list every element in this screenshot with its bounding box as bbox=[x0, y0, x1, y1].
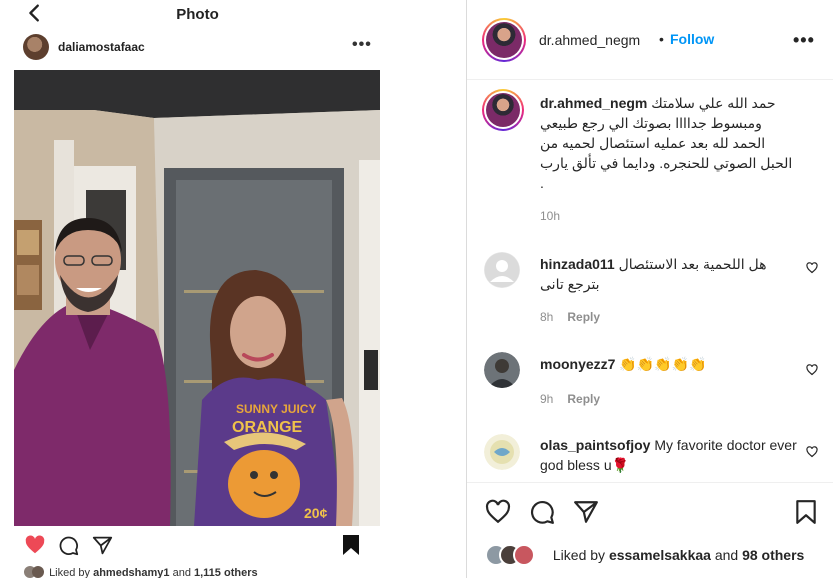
phone-liked-and: and bbox=[169, 567, 194, 578]
comment-username[interactable]: olas_paintsofjoy bbox=[540, 437, 650, 453]
liked-user[interactable]: essamelsakkaa bbox=[609, 547, 711, 563]
comment-username[interactable]: moonyezz7 bbox=[540, 356, 615, 372]
phone-liked-by: Liked by ahmedshamy1 and 1,115 others bbox=[24, 566, 404, 578]
liked-by-text: Liked by essamelsakkaa and 98 others bbox=[553, 547, 804, 563]
comment-meta: 8h Reply bbox=[540, 310, 600, 324]
comment-like-heart-icon[interactable] bbox=[806, 364, 818, 376]
default-user-icon bbox=[484, 252, 520, 288]
like-heart-icon[interactable] bbox=[485, 499, 511, 525]
share-icon[interactable] bbox=[573, 499, 599, 525]
phone-share-icon bbox=[92, 536, 113, 555]
phone-liker-avatar bbox=[32, 566, 44, 578]
comment-username[interactable]: hinzada011 bbox=[540, 256, 615, 272]
commenter-avatar[interactable] bbox=[484, 434, 520, 470]
liker-avatars[interactable] bbox=[485, 544, 549, 566]
follow-button[interactable]: Follow bbox=[670, 31, 714, 47]
phone-comment-icon bbox=[59, 536, 79, 556]
phone-page-title: Photo bbox=[176, 6, 219, 23]
phone-more-icon: ••• bbox=[352, 36, 372, 53]
comment-meta: 9h Reply bbox=[540, 392, 600, 406]
liker-avatar bbox=[513, 544, 535, 566]
bookmark-icon[interactable] bbox=[795, 499, 817, 525]
post-action-bar bbox=[467, 482, 833, 536]
caption-author-avatar[interactable] bbox=[482, 89, 524, 131]
caption-timestamp: 10h bbox=[540, 209, 561, 223]
liked-and: and bbox=[710, 547, 743, 563]
phone-poster-avatar bbox=[23, 34, 49, 60]
phone-liked-prefix: Liked by bbox=[49, 567, 94, 578]
author-avatar[interactable] bbox=[482, 18, 526, 62]
phone-liked-others: 1,115 others bbox=[194, 567, 258, 578]
comment-text-block: moonyezz7 👏👏👏👏👏 bbox=[540, 354, 802, 374]
post-photo-image: SUNNY JUICY ORANGE 20¢ bbox=[14, 70, 380, 526]
post-sidebar: dr.ahmed_negm • Follow ••• dr.ahmed_negm… bbox=[466, 0, 833, 578]
liked-by-summary: Liked by essamelsakkaa and 98 others bbox=[485, 544, 833, 570]
svg-text:SUNNY JUICY: SUNNY JUICY bbox=[236, 402, 316, 416]
phone-heart-filled-icon bbox=[25, 535, 45, 554]
phone-top-bar: Photo bbox=[0, 0, 465, 30]
caption-username[interactable]: dr.ahmed_negm bbox=[540, 95, 647, 111]
phone-action-bar bbox=[0, 530, 395, 560]
comment-text-block: olas_paintsofjoy My favorite doctor ever… bbox=[540, 435, 802, 475]
phone-bookmark-filled-icon bbox=[343, 535, 359, 555]
comment-like-heart-icon[interactable] bbox=[806, 446, 818, 458]
comment-like-heart-icon[interactable] bbox=[806, 262, 818, 274]
more-options-icon[interactable]: ••• bbox=[793, 30, 815, 51]
liked-prefix: Liked by bbox=[552, 547, 609, 563]
comment-icon[interactable] bbox=[529, 499, 555, 525]
comment-time: 9h bbox=[540, 392, 554, 406]
liked-others[interactable]: 98 others bbox=[742, 547, 804, 563]
post-media-pane: Photo daliamostafaac ••• SUNNY JUICY ORA… bbox=[0, 0, 465, 578]
commenter-avatar[interactable] bbox=[484, 252, 520, 288]
reply-button[interactable]: Reply bbox=[567, 392, 600, 406]
phone-liked-user: ahmedshamy1 bbox=[93, 567, 170, 578]
phone-poster-username: daliamostafaac bbox=[58, 40, 145, 54]
author-username[interactable]: dr.ahmed_negm bbox=[539, 32, 640, 48]
commenter-avatar[interactable] bbox=[484, 352, 520, 388]
header-separator: • bbox=[659, 31, 664, 47]
post-photo: SUNNY JUICY ORANGE 20¢ bbox=[14, 70, 380, 526]
comment-text-block: hinzada011 هل اللحمية بعد الاستئصال بترج… bbox=[540, 254, 802, 294]
comment-text: 👏👏👏👏👏 bbox=[619, 356, 707, 372]
reply-button[interactable]: Reply bbox=[567, 310, 600, 324]
post-header: dr.ahmed_negm • Follow ••• bbox=[467, 0, 833, 80]
caption-text-block: dr.ahmed_negm حمد الله علي سلامتك ومبسوط… bbox=[540, 93, 795, 193]
comment-time: 8h bbox=[540, 310, 554, 324]
phone-post-header: daliamostafaac ••• bbox=[0, 30, 395, 66]
svg-text:20¢: 20¢ bbox=[304, 505, 328, 521]
